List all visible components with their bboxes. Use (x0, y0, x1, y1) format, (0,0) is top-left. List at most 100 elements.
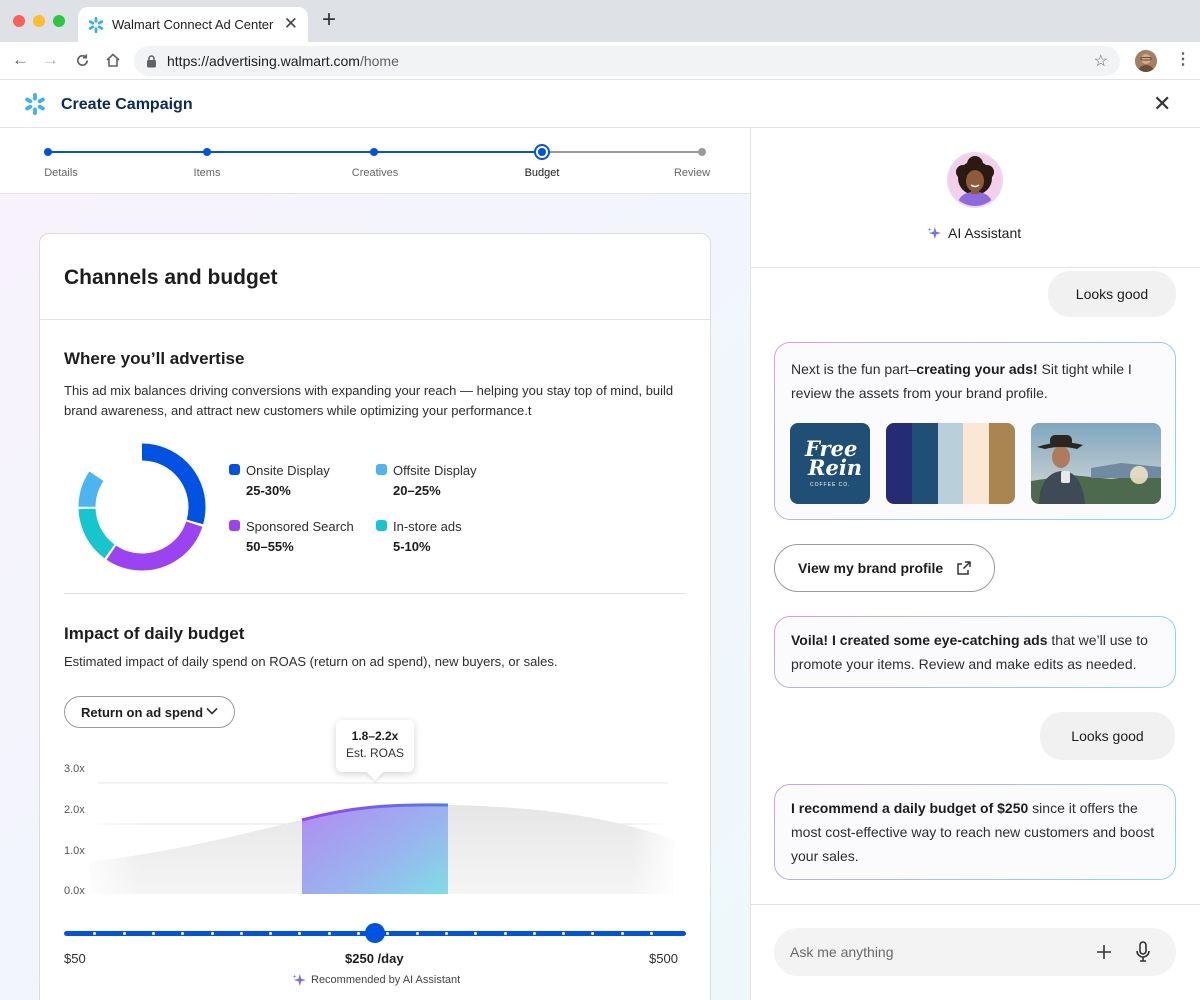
window-minimize-button[interactable] (33, 15, 45, 27)
step-dot-review[interactable] (698, 148, 706, 156)
page-title: Create Campaign (61, 96, 193, 113)
external-link-icon (957, 561, 971, 575)
window-zoom-button[interactable] (53, 15, 65, 27)
budget-slider-thumb[interactable] (365, 923, 385, 943)
step-label-items[interactable]: Items (194, 167, 221, 179)
fade-overlay (630, 794, 680, 894)
home-icon[interactable] (105, 52, 121, 68)
slider-tick (620, 932, 624, 935)
slider-tick (562, 932, 566, 935)
chevron-down-icon (206, 707, 218, 715)
palette-swatch (886, 423, 912, 504)
slider-tick (181, 932, 185, 935)
metric-select[interactable]: Return on ad spend (64, 696, 235, 728)
close-campaign-button[interactable]: ✕ (1153, 93, 1171, 115)
slider-tick (474, 932, 478, 935)
budget-section-title: Impact of daily budget (64, 624, 245, 643)
slider-tick (93, 932, 97, 935)
legend-swatch (376, 520, 387, 531)
brand-logo-text: Rein (808, 455, 863, 480)
brand-logo-subtitle: COFFEE CO. (810, 482, 851, 488)
slider-tick (151, 932, 155, 935)
user-message: Looks good (1048, 271, 1176, 317)
slider-max-label: $500 (649, 951, 678, 966)
slider-value-label: $250 /day (345, 951, 404, 966)
slider-tick (327, 932, 331, 935)
back-arrow-icon[interactable]: ← (12, 50, 29, 70)
tooltip-value: 1.8–2.2x (351, 729, 399, 743)
sparkle-icon (292, 973, 306, 987)
slider-tick (415, 932, 419, 935)
slider-tick (239, 932, 243, 935)
step-dot-details[interactable] (44, 148, 52, 156)
browser-tab[interactable]: Walmart Connect Ad Center ✕ (78, 7, 308, 42)
brand-logo-asset[interactable]: Free Rein COFFEE CO. (790, 423, 870, 504)
new-tab-button[interactable]: + (322, 8, 336, 32)
assistant-avatar (947, 152, 1003, 208)
slider-tick (386, 932, 390, 935)
browser-menu-icon[interactable]: ⋮ (1175, 50, 1191, 70)
bookmark-star-icon[interactable]: ☆ (1094, 51, 1108, 71)
assistant-message-text: Next is the fun part–creating your ads! … (791, 361, 1132, 401)
stepper-progress-line (48, 151, 542, 153)
tooltip-label: Est. ROAS (345, 746, 404, 760)
palette-swatch (911, 423, 938, 504)
advertise-section-title: Where you’ll advertise (64, 349, 245, 368)
slider-tick (210, 932, 214, 935)
chat-input[interactable]: Ask me anything (774, 928, 1176, 976)
legend-name: Sponsored Search (246, 519, 354, 534)
legend-name: Onsite Display (246, 463, 330, 478)
reload-icon[interactable] (75, 53, 90, 68)
slider-min-label: $50 (64, 951, 86, 966)
sparkle-icon (927, 226, 941, 240)
y-tick-label: 1.0x (64, 845, 85, 857)
add-attachment-icon[interactable] (1095, 943, 1113, 961)
y-tick-label: 0.0x (64, 885, 85, 897)
legend-name: In-store ads (393, 519, 462, 534)
recommended-label: Recommended by AI Assistant (311, 974, 461, 986)
slider-tick (357, 932, 360, 935)
view-brand-profile-button[interactable]: View my brand profile (774, 544, 995, 592)
slider-tick (269, 932, 273, 935)
palette-swatch (989, 423, 1015, 504)
y-tick-label: 2.0x (64, 804, 85, 816)
slider-tick (591, 932, 595, 935)
brand-color-palette[interactable] (886, 423, 1015, 504)
walmart-spark-logo-icon (25, 93, 45, 115)
url-field[interactable]: https://advertising.walmart.com/home ☆ (134, 46, 1120, 76)
composer-divider (751, 904, 1200, 905)
assistant-message: Voila! I created some eye-catching ads t… (774, 616, 1176, 688)
tab-title: Walmart Connect Ad Center (112, 17, 274, 32)
browser-tab-bar: Walmart Connect Ad Center ✕ + (0, 0, 1200, 42)
slider-tick (532, 932, 536, 935)
legend-range: 25-30% (246, 483, 291, 498)
campaign-builder-pane: Details Items Creatives Budget Review Ch… (0, 128, 751, 1000)
palette-swatch (937, 423, 964, 504)
profile-avatar[interactable] (1135, 50, 1157, 72)
walmart-spark-icon (88, 16, 104, 34)
microphone-icon[interactable] (1135, 941, 1151, 963)
brand-lifestyle-photo[interactable] (1031, 423, 1161, 504)
step-label-review[interactable]: Review (674, 167, 710, 179)
assistant-header: AI Assistant (751, 128, 1200, 268)
step-label-details[interactable]: Details (44, 167, 78, 179)
tab-close-icon[interactable]: ✕ (284, 15, 298, 32)
step-dot-creatives[interactable] (370, 148, 378, 156)
assistant-message-text: Voila! I created some eye-catching ads t… (791, 632, 1148, 672)
step-label-budget[interactable]: Budget (525, 167, 560, 179)
step-dot-budget-current[interactable] (534, 144, 550, 160)
progress-stepper: Details Items Creatives Budget Review (0, 128, 750, 194)
legend-name: Offsite Display (393, 463, 477, 478)
step-label-creatives[interactable]: Creatives (352, 167, 398, 179)
window-close-button[interactable] (13, 15, 25, 27)
slider-tick (503, 932, 507, 935)
step-dot-items[interactable] (203, 148, 211, 156)
legend-range: 20–25% (393, 483, 441, 498)
legend-swatch (229, 464, 240, 475)
view-brand-profile-label: View my brand profile (798, 560, 944, 576)
assistant-name: AI Assistant (948, 225, 1022, 241)
fade-overlay (80, 794, 140, 894)
forward-arrow-icon[interactable]: → (42, 50, 59, 70)
legend-swatch (229, 520, 240, 531)
url-text: https://advertising.walmart.com/home (167, 53, 399, 69)
